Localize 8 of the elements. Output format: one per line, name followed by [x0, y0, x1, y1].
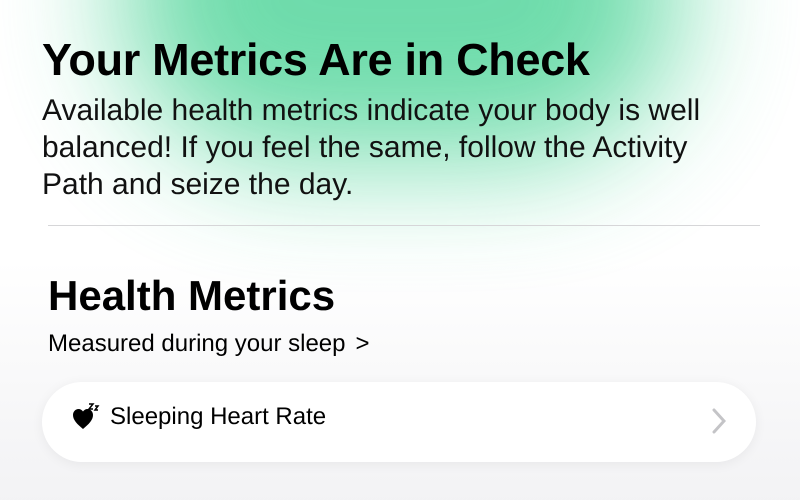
metric-card[interactable]: Sleeping Heart Rate: [42, 382, 756, 462]
section-title: Health Metrics: [48, 272, 336, 320]
description-text: Available health metrics indicate your body is well balanced! If you feel the same, follow the Activity Path and seize the day.: [42, 93, 702, 203]
heart-sleep-icon: [72, 402, 102, 430]
page-title: Your Metrics Are in Check: [42, 34, 590, 86]
chevron-right-icon: [712, 408, 726, 434]
card-title: Sleeping Heart Rate: [110, 402, 326, 432]
sleep-measure-link[interactable]: Measured during your sleep >: [48, 330, 370, 358]
